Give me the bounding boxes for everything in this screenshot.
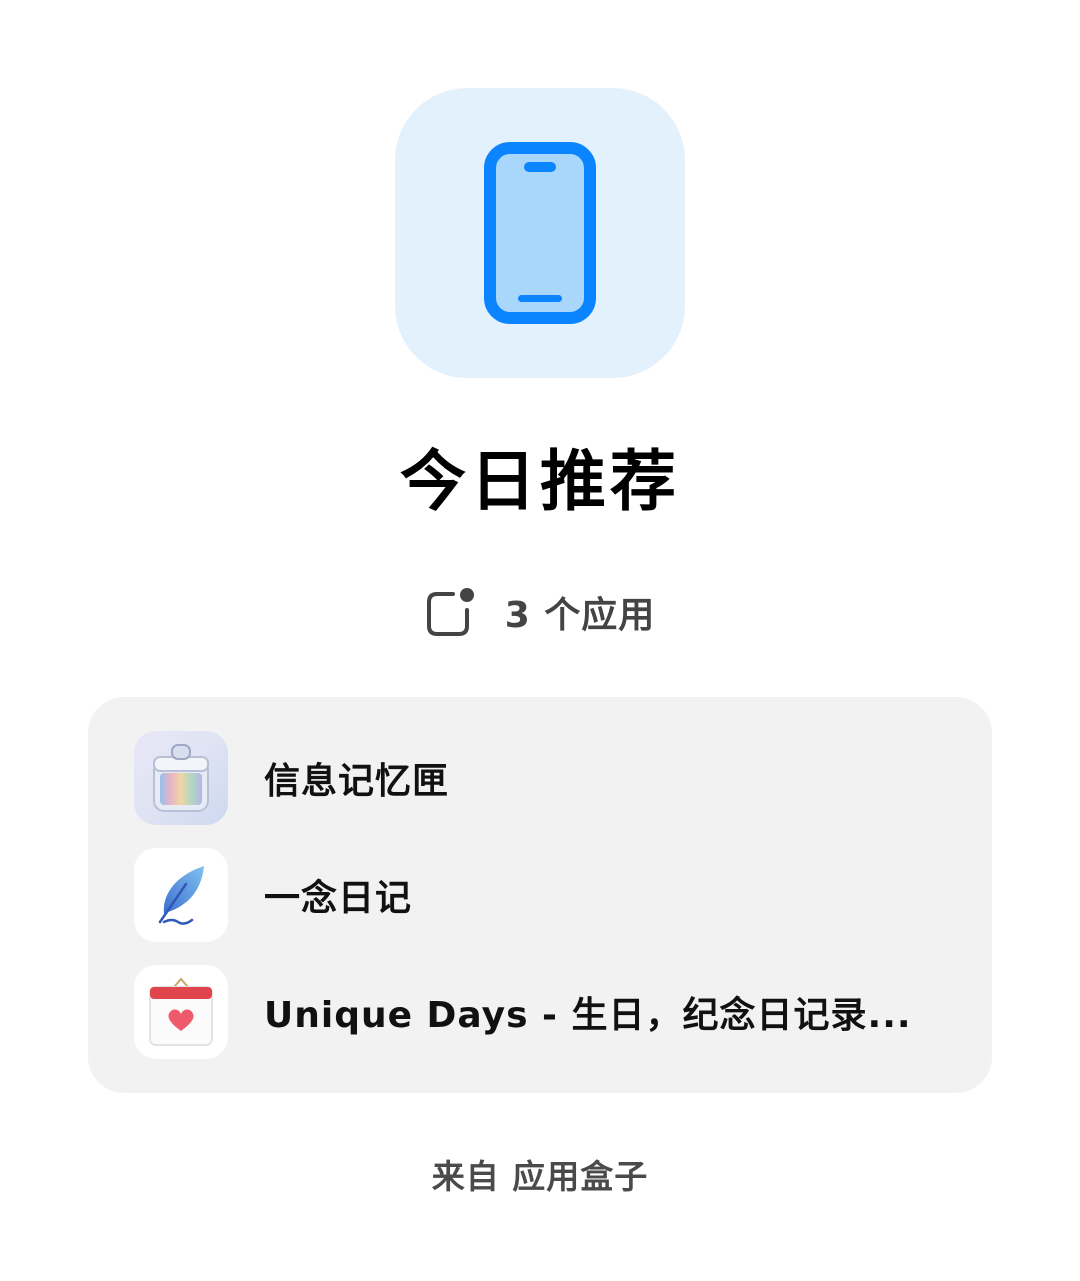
app-name: 信息记忆匣 [264, 761, 450, 802]
app-count-label: 3 个应用 [504, 595, 656, 636]
source-attribution[interactable]: 来自 应用盒子 [0, 1150, 1080, 1198]
list-item[interactable]: 信息记忆匣 [134, 731, 964, 825]
list-item[interactable]: 一念日记 [134, 848, 964, 942]
app-name: 一念日记 [264, 878, 413, 919]
collection-icon-tile [395, 88, 685, 378]
list-item[interactable]: Unique Days - 生日，纪念日记录... [134, 965, 964, 1059]
app-list: 信息记忆匣 一念日记 Unique Days - 生日，纪念日记录... [88, 697, 992, 1093]
app-name: Unique Days - 生日，纪念日记录... [264, 995, 912, 1036]
smartphone-icon [484, 142, 596, 324]
feather-pen-icon [134, 848, 228, 942]
heart-calendar-icon [134, 965, 228, 1059]
page-title: 今日推荐 [400, 443, 680, 520]
app-badge-icon [426, 588, 474, 636]
memory-box-icon [134, 731, 228, 825]
app-count-row: 3 个应用 [0, 584, 1080, 640]
